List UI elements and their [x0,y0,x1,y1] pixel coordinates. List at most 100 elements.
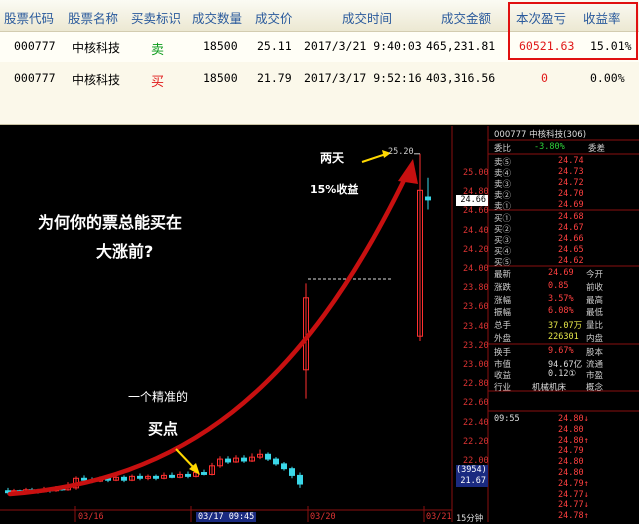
candlestick [249,453,255,462]
table-row[interactable]: 000777 中核科技 买 18500 21.79 2017/3/17 9:52… [0,64,639,94]
stock-chart-panel[interactable]: 为何你的票总能买在 大涨前? 两天 15%收益 一个精准的 买点 25.20 2… [0,126,639,524]
candle-body [281,463,287,470]
quote-row: 24.80↑ [490,436,639,447]
fund-value: 9.67% [548,346,574,356]
header-price[interactable]: 成交价 [255,8,293,27]
quote-row: 市值 94.67亿 流通 [490,358,639,370]
quote-row: 24.79↑ [490,479,639,490]
date-label: 03/20 [310,512,336,522]
quote-row: 买⑤ 24.62 [490,256,639,268]
candlestick [425,177,431,210]
tick-price: 24.80 [558,457,584,468]
pnl-highlight-box [508,2,638,60]
candle-body [225,458,231,463]
tick-price: 24.80↑ [558,435,589,446]
quote-row: 总手 37.07万 量比 [490,319,639,332]
fund-label: 流通 [586,359,604,370]
bid-price: 24.65 [558,245,584,255]
precise-label: 一个精准的 [128,390,189,404]
price-tick-label: 24.00 [463,264,489,274]
ask-price: 24.70 [558,189,584,199]
ratio-value: -3.80% [534,142,565,152]
header-name[interactable]: 股票名称 [68,8,118,27]
header-amount[interactable]: 成交金额 [441,8,491,27]
period-label[interactable]: 15分钟 [456,512,483,524]
price-tick-label: 22.60 [463,398,489,409]
cell-yield: 0.00% [590,71,625,85]
quote-row: 买④ 24.65 [490,245,639,257]
date-label: 03/17 09:45 [196,512,257,522]
ask-price: 24.69 [558,200,584,210]
candle-body [81,477,87,481]
candlestick [289,466,295,479]
quote-row: 卖② 24.70 [490,189,639,201]
candle-body [121,476,127,481]
date-label: 03/16 [78,512,104,522]
candle-body [289,468,295,476]
header-side[interactable]: 买卖标识 [131,8,181,27]
cell-price: 21.79 [257,71,292,85]
stat-label: 涨幅 [494,295,512,306]
quote-row: 买③ 24.66 [490,234,639,246]
price-tick-label: 23.20 [463,340,489,351]
cell-side: 卖 [151,43,165,58]
ask-price: 24.72 [558,178,584,188]
header-code[interactable]: 股票代码 [4,8,54,27]
candlestick-series [5,153,431,495]
cell-side: 买 [151,75,165,90]
stat-value: 226301 [548,332,579,342]
quote-row: 涨幅 3.57% 最高 [490,293,639,306]
bid-price: 24.66 [558,234,584,244]
quote-row: 24.80 [490,457,639,468]
price-tick-label: 23.80 [463,283,489,294]
quote-row: 24.77↓ [490,500,639,511]
quote-row: 买① 24.68 [490,212,639,224]
low-price-tag: 21.67 [456,476,488,487]
candlestick [121,475,127,483]
stat-value: 6.08% [548,306,574,317]
stat-label: 前收 [586,282,604,293]
candlestick [177,471,183,479]
quote-row: 涨跌 0.85 前收 [490,281,639,293]
stat-value: 24.69 [548,268,574,278]
price-tick-label: 22.20 [463,436,489,447]
cell-time: 2017/3/21 9:40:03 [304,39,422,53]
fund-label: 股本 [586,348,604,358]
stat-label: 涨跌 [494,282,512,293]
fund-label: 概念 [586,382,604,393]
candle-body [265,453,271,460]
candle-body [201,472,207,475]
price-tick-label: 23.60 [463,302,489,313]
tick-price: 24.79 [558,446,584,457]
question-line-2: 大涨前? [96,242,154,261]
quote-panel-title: 000777 中核科技(306) [494,130,587,140]
candlestick [209,462,215,476]
cell-qty: 18500 [203,39,238,53]
stat-value: 37.07万 [548,321,583,332]
ratio-label: 委比 [494,144,512,154]
cell-price: 25.11 [257,39,292,53]
bid-label: 买⑤ [494,258,512,268]
quote-row: 收益 0.12① 市盈 [490,369,639,381]
cell-code: 000777 [14,71,56,85]
stat-value: 3.57% [548,293,574,304]
trend-arrow [7,150,418,497]
candlestick [417,153,423,341]
candle-body [169,474,175,478]
tick-price: 24.80↓ [558,414,589,424]
tick-time: 09:55 [494,414,520,424]
ask-label: 卖① [494,202,512,212]
price-tick-label: 22.40 [463,417,489,428]
header-time[interactable]: 成交时间 [342,8,392,27]
candlestick [265,452,271,461]
header-qty[interactable]: 成交数量 [192,8,242,27]
cell-name: 中核科技 [72,73,121,87]
candle-body [297,474,303,485]
tick-price: 24.77↓ [558,489,589,500]
candlestick [217,456,223,468]
candlestick [137,473,143,481]
fund-label: 收益 [494,371,512,381]
trade-records-table: 股票代码 股票名称 买卖标识 成交数量 成交价 成交时间 成交金额 本次盈亏 收… [0,0,639,125]
fund-value: 0.12① [548,369,577,379]
candlestick [129,474,135,482]
